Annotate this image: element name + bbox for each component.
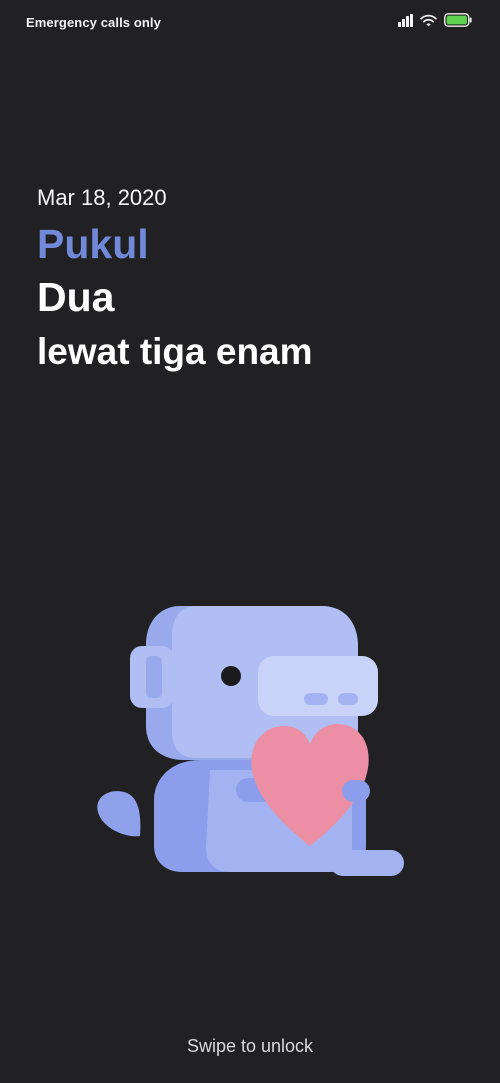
lockscreen-clock: Mar 18, 2020 Pukul Dua lewat tiga enam <box>37 183 313 379</box>
lock-screen[interactable]: Emergency calls only Mar 18, 2020 Pukul … <box>0 0 500 1083</box>
battery-icon <box>444 13 472 27</box>
carrier-text: Emergency calls only <box>26 15 161 30</box>
wumpus-heart-image <box>97 606 404 876</box>
status-icons <box>398 13 472 27</box>
swipe-to-unlock-hint[interactable]: Swipe to unlock <box>0 1036 500 1057</box>
date-text: Mar 18, 2020 <box>37 185 167 210</box>
time-minute: lewat tiga enam <box>37 331 313 372</box>
time-label: Pukul <box>37 221 149 267</box>
signal-icon <box>398 13 413 27</box>
time-hour: Dua <box>37 274 115 320</box>
wumpus-illustration <box>0 590 500 890</box>
status-bar: Emergency calls only <box>0 0 500 46</box>
tail-drop-shape <box>97 791 141 837</box>
wifi-icon <box>420 14 437 27</box>
